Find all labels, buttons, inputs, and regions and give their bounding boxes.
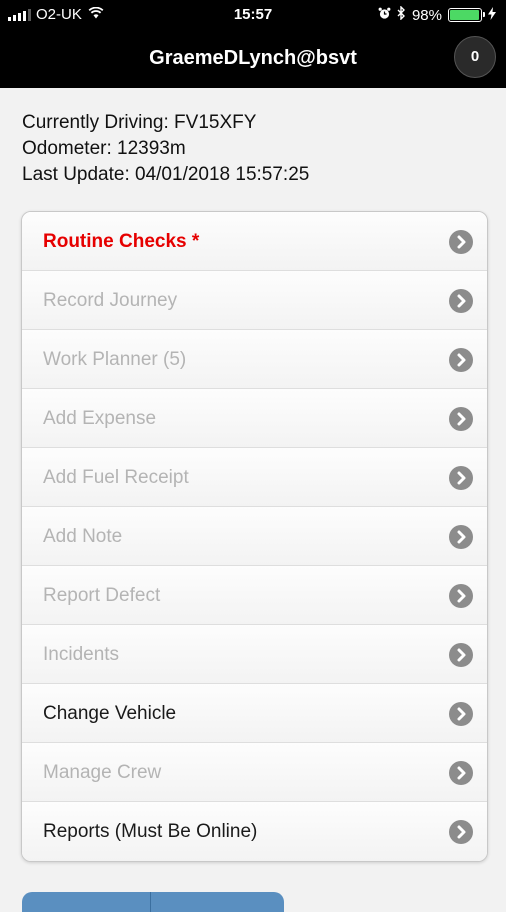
menu-item[interactable]: Incidents	[22, 625, 487, 684]
battery-icon	[448, 8, 485, 22]
currently-driving: Currently Driving: FV15XFY	[22, 112, 257, 133]
notification-badge[interactable]: 0	[454, 36, 496, 78]
battery-percent: 98%	[411, 6, 442, 24]
chevron-right-icon	[449, 407, 473, 431]
page-title: GraemeDLynch@bsvt	[149, 47, 357, 69]
menu-item[interactable]: Add Expense	[22, 389, 487, 448]
last-update: Last Update: 04/01/2018 15:57:25	[22, 164, 310, 185]
menu-item-label: Routine Checks *	[43, 231, 200, 252]
bluetooth-icon	[397, 5, 406, 24]
menu-item-label: Add Expense	[43, 408, 157, 429]
chevron-right-icon	[449, 348, 473, 372]
alarm-icon	[378, 7, 391, 24]
menu-item[interactable]: Add Note	[22, 507, 487, 566]
vehicle-info: Currently Driving: FV15XFY Odometer: 123…	[22, 110, 309, 188]
chevron-right-icon	[449, 702, 473, 726]
menu-item[interactable]: Reports (Must Be Online)	[22, 802, 487, 861]
menu-item[interactable]: Change Vehicle	[22, 684, 487, 743]
charging-icon	[488, 6, 496, 24]
menu-item-label: Work Planner (5)	[43, 349, 187, 370]
menu-item-label: Add Fuel Receipt	[43, 467, 189, 488]
chevron-right-icon	[449, 820, 473, 844]
status-right: 98%	[378, 5, 496, 24]
chevron-right-icon	[449, 230, 473, 254]
menu-item[interactable]: Record Journey	[22, 271, 487, 330]
menu-item-label: Reports (Must Be Online)	[43, 821, 258, 842]
chevron-right-icon	[449, 643, 473, 667]
menu-item[interactable]: Routine Checks *	[22, 212, 487, 271]
menu-item-label: Record Journey	[43, 290, 178, 311]
chevron-right-icon	[449, 466, 473, 490]
app-header: GraemeDLynch@bsvt 0	[0, 30, 506, 88]
chevron-right-icon	[449, 289, 473, 313]
menu-item-label: Change Vehicle	[43, 703, 177, 724]
status-bar: O2-UK 15:57 98%	[0, 0, 506, 30]
chevron-right-icon	[449, 584, 473, 608]
chevron-right-icon	[449, 525, 473, 549]
menu-item[interactable]: Add Fuel Receipt	[22, 448, 487, 507]
odometer: Odometer: 12393m	[22, 138, 186, 159]
button-divider	[150, 892, 151, 912]
menu-item-label: Manage Crew	[43, 762, 162, 783]
battery-level	[450, 10, 480, 20]
menu-item[interactable]: Work Planner (5)	[22, 330, 487, 389]
menu-item-label: Incidents	[43, 644, 120, 665]
menu-item-label: Report Defect	[43, 585, 161, 606]
bottom-button-bar[interactable]	[22, 892, 284, 912]
main-menu: Routine Checks * Record Journey Work Plann…	[21, 211, 488, 862]
menu-item-label: Add Note	[43, 526, 123, 547]
menu-item[interactable]: Report Defect	[22, 566, 487, 625]
menu-item[interactable]: Manage Crew	[22, 743, 487, 802]
chevron-right-icon	[449, 761, 473, 785]
